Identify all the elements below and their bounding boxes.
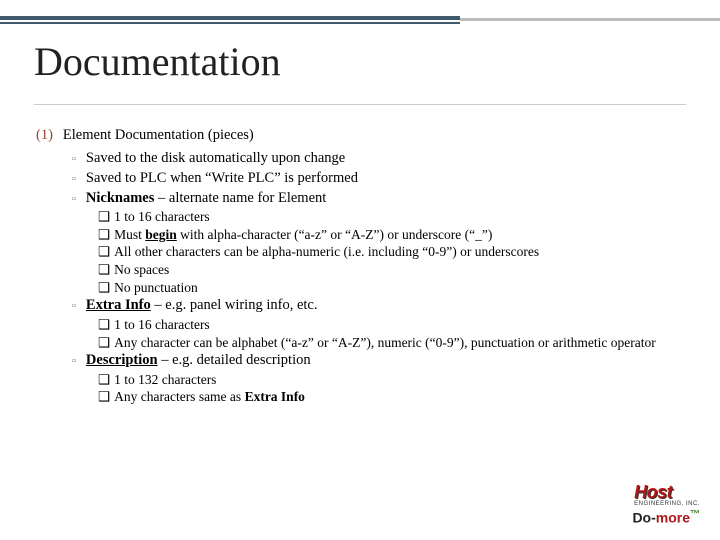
page-title: Documentation: [34, 38, 281, 85]
square-icon: ❑: [98, 371, 110, 389]
list-level2: ▫ Saved to PLC when “Write PLC” is perfo…: [36, 169, 684, 188]
list-level3: ❑ Any character can be alphabet (“a-z” o…: [36, 334, 684, 352]
square-icon: ❑: [98, 316, 110, 334]
list-text: No punctuation: [114, 279, 198, 297]
list-level2: ▫ Nicknames – alternate name for Element: [36, 189, 684, 208]
list-level1: (1) Element Documentation (pieces): [36, 126, 684, 145]
bullet-icon: ▫: [72, 299, 76, 315]
list-level2: ▫ Saved to the disk automatically upon c…: [36, 149, 684, 168]
list-level3: ❑ 1 to 132 characters: [36, 371, 684, 389]
list-level2: ▫ Extra Info – e.g. panel wiring info, e…: [36, 296, 684, 315]
list-text: 1 to 16 characters: [114, 316, 210, 334]
list-text: Nicknames – alternate name for Element: [86, 189, 326, 208]
list-text: Any characters same as Extra Info: [114, 388, 305, 406]
list-text: Must begin with alpha-character (“a-z” o…: [114, 226, 492, 244]
list-level3: ❑ Must begin with alpha-character (“a-z”…: [36, 226, 684, 244]
list-text: All other characters can be alpha-numeri…: [114, 243, 539, 261]
host-logo: Host ENGINEERING, INC.: [634, 482, 700, 507]
list-text: Description – e.g. detailed description: [86, 351, 311, 370]
square-icon: ❑: [98, 388, 110, 406]
list-level3: ❑ 1 to 16 characters: [36, 316, 684, 334]
square-icon: ❑: [98, 208, 110, 226]
list-text: Extra Info – e.g. panel wiring info, etc…: [86, 296, 318, 315]
square-icon: ❑: [98, 334, 110, 352]
list-text: Element Documentation (pieces): [63, 126, 254, 145]
square-icon: ❑: [98, 279, 110, 297]
list-text: Saved to the disk automatically upon cha…: [86, 149, 345, 168]
footer-logos: Host ENGINEERING, INC. Do-more™: [632, 482, 700, 526]
domore-logo: Do-more™: [632, 509, 700, 526]
bullet-icon: ▫: [72, 354, 76, 370]
list-text: 1 to 132 characters: [114, 371, 216, 389]
list-level3: ❑ No spaces: [36, 261, 684, 279]
list-level3: ❑ 1 to 16 characters: [36, 208, 684, 226]
list-number: (1): [36, 126, 53, 145]
list-level3: ❑ No punctuation: [36, 279, 684, 297]
square-icon: ❑: [98, 261, 110, 279]
square-icon: ❑: [98, 243, 110, 261]
list-text: 1 to 16 characters: [114, 208, 210, 226]
title-rule: [34, 104, 686, 105]
bullet-icon: ▫: [72, 152, 76, 168]
square-icon: ❑: [98, 226, 110, 244]
list-level3: ❑ Any characters same as Extra Info: [36, 388, 684, 406]
list-text: Saved to PLC when “Write PLC” is perform…: [86, 169, 358, 188]
bullet-icon: ▫: [72, 192, 76, 208]
bullet-icon: ▫: [72, 172, 76, 188]
list-text: No spaces: [114, 261, 169, 279]
list-text: Any character can be alphabet (“a-z” or …: [114, 334, 656, 352]
list-level3: ❑ All other characters can be alpha-nume…: [36, 243, 684, 261]
content-body: (1) Element Documentation (pieces) ▫ Sav…: [36, 126, 684, 406]
list-level2: ▫ Description – e.g. detailed descriptio…: [36, 351, 684, 370]
top-accent-bar: [0, 16, 720, 24]
slide: Documentation (1) Element Documentation …: [0, 0, 720, 540]
